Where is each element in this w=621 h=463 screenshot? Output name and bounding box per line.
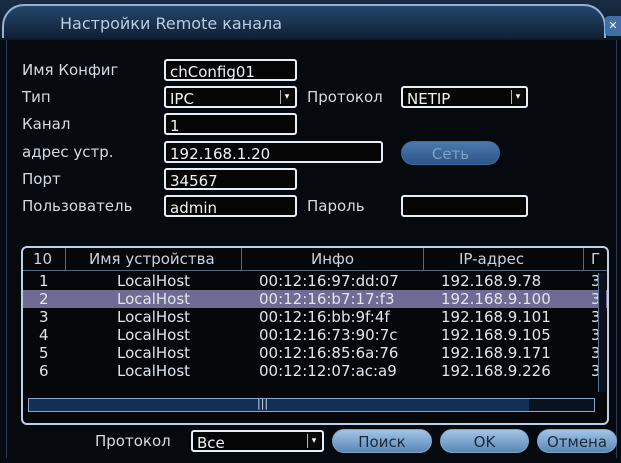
chevron-down-icon[interactable]: ▾ [307, 434, 320, 448]
type-label: Тип [22, 88, 51, 106]
protocol-select[interactable]: NETIP ▾ [401, 86, 528, 108]
row-index: 3 [39, 308, 49, 326]
row-info: 00:12:16:bb:9f:4f [259, 308, 390, 326]
row-ip: 192.168.9.171 [441, 344, 551, 362]
row-device-name: LocalHost [117, 326, 191, 344]
row-index: 5 [39, 344, 49, 362]
row-device-name: LocalHost [117, 290, 191, 308]
type-select-value: IPC [170, 90, 194, 108]
chevron-down-icon[interactable]: ▾ [280, 90, 293, 104]
table-row[interactable]: 3 LocalHost 00:12:16:bb:9f:4f 192.168.9.… [23, 308, 607, 326]
table-row[interactable]: 6 LocalHost 00:12:12:07:ac:a9 192.168.9.… [23, 362, 607, 380]
header-divider [241, 248, 242, 270]
vertical-scrollbar[interactable] [598, 273, 606, 392]
close-icon[interactable]: ✕ [605, 16, 621, 36]
ok-button[interactable]: OK [440, 429, 529, 453]
row-info: 00:12:12:07:ac:a9 [259, 362, 397, 380]
network-button[interactable]: Сеть [401, 141, 500, 165]
header-ip[interactable]: IP-адрес [459, 250, 524, 268]
password-label: Пароль [307, 197, 365, 215]
scroll-grip-icon: ||| [257, 397, 269, 410]
chevron-down-icon[interactable]: ▾ [511, 90, 524, 104]
type-select[interactable]: IPC ▾ [164, 86, 297, 108]
row-device-name: LocalHost [117, 344, 191, 362]
device-table: 10 Имя устройства Инфо IP-адрес Г 1 Loca… [21, 246, 609, 425]
row-ip: 192.168.9.78 [441, 272, 542, 290]
device-address-label: адрес устр. [22, 143, 114, 161]
table-row[interactable]: 1 LocalHost 00:12:16:97:dd:07 192.168.9.… [23, 272, 607, 290]
channel-field[interactable]: 1 [164, 113, 297, 135]
header-count: 10 [33, 250, 53, 268]
footer-protocol-label: Протокол [95, 432, 171, 450]
device-address-field[interactable]: 192.168.1.20 [164, 141, 383, 163]
protocol-select-value: NETIP [407, 90, 451, 108]
row-ip: 192.168.9.100 [441, 290, 551, 308]
row-ip: 192.168.9.101 [441, 308, 551, 326]
horizontal-scrollbar[interactable]: ||| [28, 397, 595, 412]
row-device-name: LocalHost [117, 362, 191, 380]
config-name-field[interactable]: chConfig01 [164, 59, 297, 81]
port-field[interactable]: 34567 [164, 168, 297, 190]
password-field[interactable] [401, 195, 528, 217]
header-info[interactable]: Инфо [311, 250, 354, 268]
table-header: 10 Имя устройства Инфо IP-адрес Г [23, 248, 607, 271]
row-device-name: LocalHost [117, 272, 191, 290]
row-ip: 192.168.9.226 [441, 362, 551, 380]
footer-protocol-select[interactable]: Все ▾ [191, 430, 324, 452]
header-divider [423, 248, 424, 270]
header-divider [65, 248, 66, 270]
window-title: Настройки Remote канала [60, 14, 283, 33]
port-label: Порт [22, 170, 61, 188]
table-row-selected[interactable]: 2 LocalHost 00:12:16:b7:17:f3 192.168.9.… [23, 290, 607, 308]
row-info: 00:12:16:97:dd:07 [259, 272, 399, 290]
row-info: 00:12:16:73:90:7c [259, 326, 398, 344]
table-row[interactable]: 4 LocalHost 00:12:16:73:90:7c 192.168.9.… [23, 326, 607, 344]
config-name-label: Имя Конфиг [22, 61, 119, 79]
header-port-truncated: Г [591, 250, 601, 268]
search-button[interactable]: Поиск [332, 429, 432, 453]
row-index: 2 [39, 290, 49, 308]
protocol-label: Протокол [307, 88, 383, 106]
row-info: 00:12:16:b7:17:f3 [259, 290, 395, 308]
header-device-name[interactable]: Имя устройства [89, 250, 215, 268]
horizontal-scroll-thumb[interactable] [29, 399, 529, 411]
row-index: 4 [39, 326, 49, 344]
footer-protocol-value: Все [197, 434, 225, 452]
row-ip: 192.168.9.105 [441, 326, 551, 344]
row-device-name: LocalHost [117, 308, 191, 326]
title-bar: Настройки Remote канала ✕ [0, 0, 621, 40]
table-row[interactable]: 5 LocalHost 00:12:16:85:6a:76 192.168.9.… [23, 344, 607, 362]
footer-bar: Протокол Все ▾ Поиск OK Отмена [7, 424, 617, 458]
header-divider [583, 248, 584, 270]
cancel-button[interactable]: Отмена [537, 429, 617, 453]
row-index: 6 [39, 362, 49, 380]
row-index: 1 [39, 272, 49, 290]
channel-label: Канал [22, 115, 71, 133]
user-field[interactable]: admin [164, 195, 297, 217]
user-label: Пользователь [22, 197, 133, 215]
row-info: 00:12:16:85:6a:76 [259, 344, 399, 362]
